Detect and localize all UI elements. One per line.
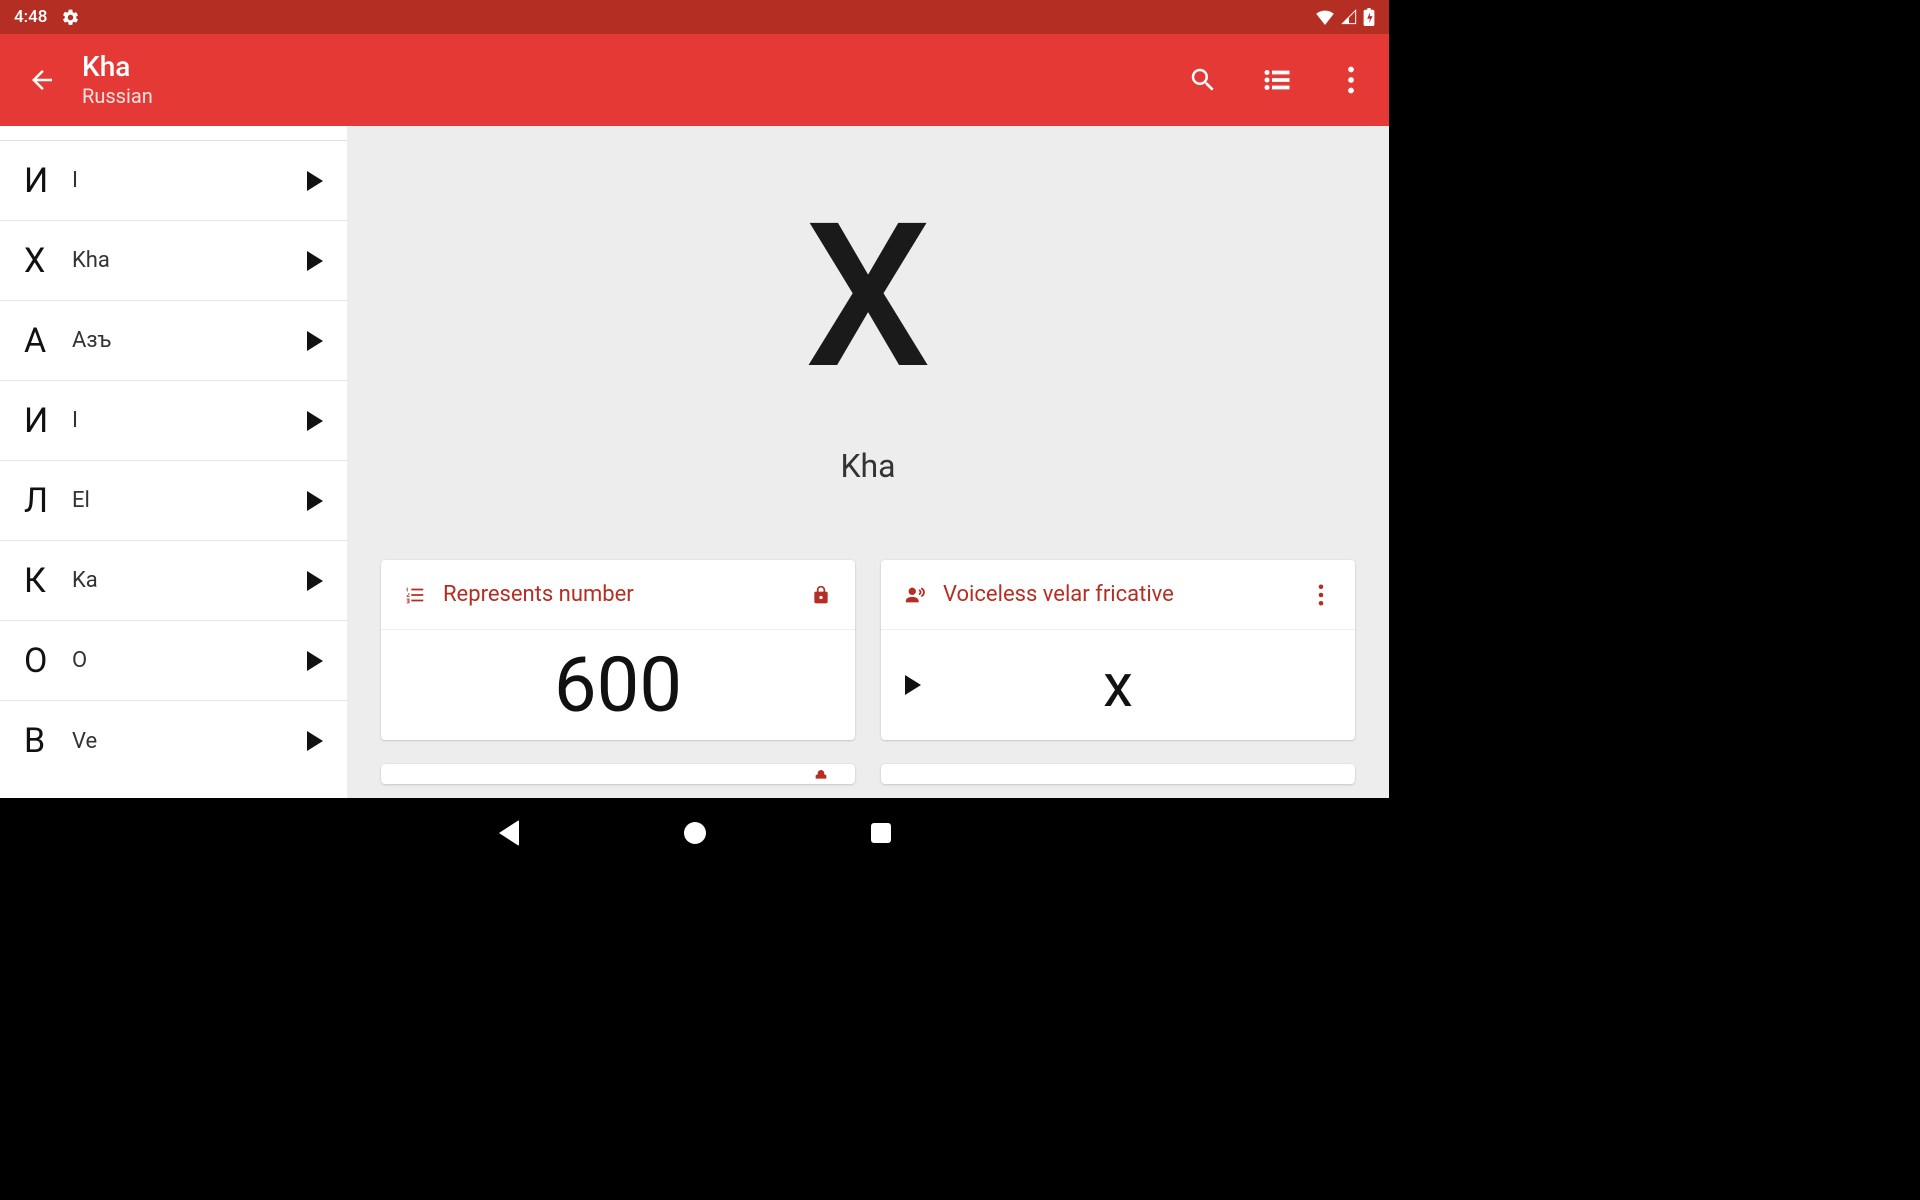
list-number-icon bbox=[401, 584, 429, 606]
card-title: Represents number bbox=[443, 582, 634, 607]
list-item[interactable]: О O bbox=[0, 621, 347, 701]
status-bar: 4:48 bbox=[0, 0, 1389, 34]
letter-glyph: К bbox=[24, 561, 72, 601]
more-vert-icon bbox=[1318, 584, 1324, 606]
letter-label: Ka bbox=[72, 568, 98, 593]
letter-glyph: В bbox=[24, 721, 72, 761]
card-represents-number[interactable]: Represents number 600 bbox=[381, 560, 855, 740]
status-time: 4:48 bbox=[14, 7, 47, 27]
hero-glyph: Х bbox=[805, 197, 931, 397]
play-icon[interactable] bbox=[307, 491, 323, 511]
list-item[interactable]: К Ka bbox=[0, 541, 347, 621]
letter-label: O bbox=[72, 648, 87, 673]
voice-icon bbox=[901, 584, 929, 606]
list-view-button[interactable] bbox=[1259, 62, 1295, 98]
triangle-back-icon bbox=[499, 820, 519, 846]
letter-glyph: А bbox=[24, 321, 72, 361]
list-item[interactable]: В Ve bbox=[0, 701, 347, 781]
letter-label: El bbox=[72, 488, 90, 513]
search-icon bbox=[1188, 65, 1218, 95]
letter-label: Азъ bbox=[72, 328, 111, 353]
play-icon[interactable] bbox=[307, 411, 323, 431]
letter-label: I bbox=[72, 168, 78, 193]
back-button[interactable] bbox=[14, 52, 70, 108]
list-item[interactable]: А Азъ bbox=[0, 301, 347, 381]
nav-home-button[interactable] bbox=[682, 820, 708, 846]
wifi-icon bbox=[1315, 9, 1335, 25]
lock-icon bbox=[807, 583, 835, 607]
letter-label: I bbox=[72, 408, 78, 433]
play-icon[interactable] bbox=[307, 571, 323, 591]
list-icon bbox=[1262, 65, 1292, 95]
settings-gear-icon bbox=[61, 8, 80, 27]
arrow-back-icon bbox=[27, 65, 57, 95]
main-content: Х Kha Represents number bbox=[347, 126, 1389, 798]
signal-icon bbox=[1341, 9, 1357, 25]
letter-glyph: Х bbox=[24, 241, 72, 281]
letter-glyph: О bbox=[24, 641, 72, 681]
search-button[interactable] bbox=[1185, 62, 1221, 98]
card-peek[interactable] bbox=[881, 764, 1355, 784]
play-icon[interactable] bbox=[307, 251, 323, 271]
app-bar: Kha Russian bbox=[0, 34, 1389, 126]
overflow-menu-button[interactable] bbox=[1333, 62, 1369, 98]
play-icon[interactable] bbox=[307, 171, 323, 191]
list-item[interactable]: Л El bbox=[0, 461, 347, 541]
card-title: Voiceless velar fricative bbox=[943, 582, 1174, 607]
card-peek[interactable] bbox=[381, 764, 855, 784]
page-title: Kha bbox=[82, 52, 153, 83]
letter-glyph: Л bbox=[24, 481, 72, 521]
lock-icon bbox=[807, 769, 835, 779]
nav-back-button[interactable] bbox=[496, 820, 522, 846]
list-item[interactable]: И I bbox=[0, 381, 347, 461]
play-sound-button[interactable] bbox=[905, 675, 921, 695]
circle-home-icon bbox=[684, 822, 706, 844]
battery-charging-icon bbox=[1363, 8, 1375, 26]
system-nav-bar bbox=[0, 798, 1389, 868]
page-subtitle: Russian bbox=[82, 84, 153, 108]
ipa-value: x bbox=[1103, 650, 1133, 721]
letter-label: Kha bbox=[72, 248, 110, 273]
number-value: 600 bbox=[554, 640, 682, 730]
play-icon[interactable] bbox=[307, 731, 323, 751]
letter-label: Ve bbox=[72, 729, 97, 754]
nav-recents-button[interactable] bbox=[868, 820, 894, 846]
hero: Х Kha bbox=[347, 126, 1389, 556]
card-overflow-button[interactable] bbox=[1307, 584, 1335, 606]
play-icon[interactable] bbox=[307, 651, 323, 671]
letter-sidebar[interactable]: И I Х Kha А Азъ И I Л El bbox=[0, 126, 347, 798]
hero-label: Kha bbox=[840, 447, 895, 485]
letter-glyph: И bbox=[24, 401, 72, 441]
more-vert-icon bbox=[1347, 66, 1355, 94]
card-sound[interactable]: Voiceless velar fricative x bbox=[881, 560, 1355, 740]
list-item[interactable]: И I bbox=[0, 141, 347, 221]
play-icon[interactable] bbox=[307, 331, 323, 351]
list-item[interactable]: Х Kha bbox=[0, 221, 347, 301]
letter-glyph: И bbox=[24, 161, 72, 201]
square-recents-icon bbox=[871, 823, 891, 843]
